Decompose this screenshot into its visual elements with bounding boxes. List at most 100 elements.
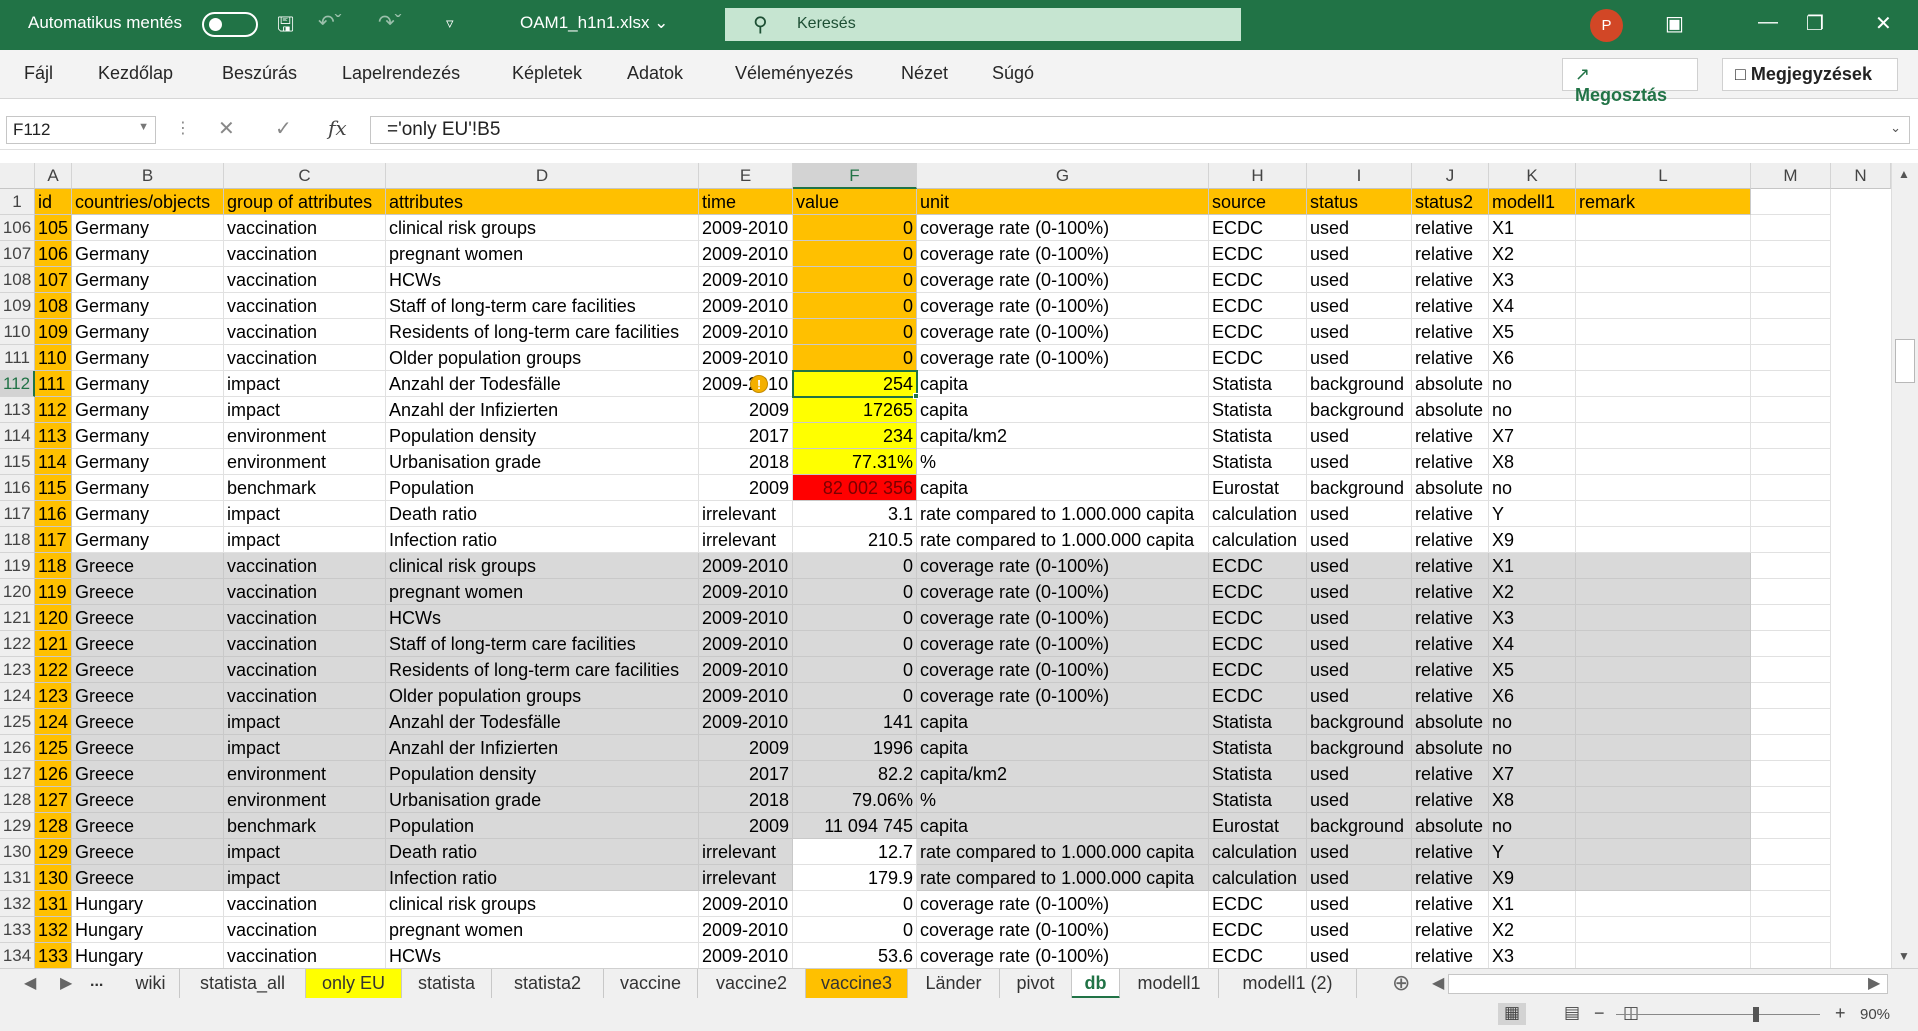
grid-cell[interactable]: 116 (35, 501, 72, 527)
grid-cell[interactable]: used (1307, 449, 1412, 475)
grid-cell[interactable]: 0 (793, 579, 917, 605)
grid-cell[interactable]: ECDC (1209, 215, 1307, 241)
grid-cell[interactable]: relative (1412, 579, 1489, 605)
grid-cell[interactable]: ECDC (1209, 579, 1307, 605)
grid-cell[interactable]: Older population groups (386, 345, 699, 371)
grid-cell[interactable]: Y (1489, 501, 1576, 527)
grid-cell[interactable]: Germany (72, 241, 224, 267)
grid-cell[interactable]: used (1307, 839, 1412, 865)
grid-cell[interactable]: Residents of long-term care facilities (386, 319, 699, 345)
grid-cell[interactable]: Infection ratio (386, 865, 699, 891)
grid-cell[interactable] (1751, 813, 1831, 839)
grid-cell[interactable]: relative (1412, 241, 1489, 267)
grid-cell[interactable]: 0 (793, 267, 917, 293)
grid-cell[interactable]: no (1489, 397, 1576, 423)
header-cell[interactable]: status2 (1412, 189, 1489, 215)
hscroll-right-icon[interactable]: ▶ (1868, 973, 1880, 993)
grid-cell[interactable]: Greece (72, 579, 224, 605)
zoom-level[interactable]: 90% (1860, 1006, 1890, 1023)
grid-cell[interactable]: absolute (1412, 709, 1489, 735)
header-cell[interactable] (1751, 189, 1831, 215)
grid-cell[interactable] (1751, 345, 1831, 371)
grid-cell[interactable]: used (1307, 293, 1412, 319)
grid-cell[interactable]: coverage rate (0-100%) (917, 943, 1209, 969)
grid-cell[interactable]: environment (224, 423, 386, 449)
grid-cell[interactable]: background (1307, 371, 1412, 397)
grid-cell[interactable]: Statista (1209, 761, 1307, 787)
grid-cell[interactable]: capita/km2 (917, 423, 1209, 449)
grid-cell[interactable]: Hungary (72, 943, 224, 969)
grid-cell[interactable] (1751, 267, 1831, 293)
grid-cell[interactable]: vaccination (224, 683, 386, 709)
grid-cell[interactable]: 2009 (699, 475, 793, 501)
grid-cell[interactable]: 2009-2010 (699, 657, 793, 683)
grid-cell[interactable]: absolute (1412, 371, 1489, 397)
ribbon-display-options-icon[interactable]: ▣ (1665, 11, 1684, 36)
grid-cell[interactable]: ECDC (1209, 657, 1307, 683)
grid-cell[interactable]: environment (224, 449, 386, 475)
grid-cell[interactable]: capita (917, 735, 1209, 761)
grid-cell[interactable] (1751, 527, 1831, 553)
warning-icon[interactable]: ! (750, 375, 768, 393)
row-header[interactable]: 126 (0, 735, 35, 761)
row-header[interactable]: 106 (0, 215, 35, 241)
tab-formulas[interactable]: Képletek (512, 63, 582, 84)
grid-cell[interactable] (1751, 371, 1831, 397)
next-sheet-icon[interactable]: ▶ (60, 973, 72, 993)
grid-cell[interactable]: HCWs (386, 267, 699, 293)
grid-cell[interactable]: 82.2 (793, 761, 917, 787)
row-header[interactable]: 107 (0, 241, 35, 267)
grid-cell[interactable]: vaccination (224, 345, 386, 371)
grid-cell[interactable]: rate compared to 1.000.000 capita (917, 501, 1209, 527)
grid-cell[interactable]: 2017 (699, 761, 793, 787)
close-icon[interactable]: ✕ (1875, 11, 1892, 36)
grid-cell[interactable] (1751, 579, 1831, 605)
row-header[interactable]: 118 (0, 527, 35, 553)
grid-cell[interactable]: Greece (72, 787, 224, 813)
grid-cell[interactable]: Hungary (72, 917, 224, 943)
grid-cell[interactable]: impact (224, 397, 386, 423)
grid-cell[interactable]: ECDC (1209, 345, 1307, 371)
cancel-icon[interactable]: ✕ (218, 116, 235, 141)
grid-cell[interactable]: environment (224, 761, 386, 787)
grid-cell[interactable]: 0 (793, 319, 917, 345)
grid-cell[interactable]: X1 (1489, 215, 1576, 241)
grid-cell[interactable]: impact (224, 371, 386, 397)
row-header[interactable]: 111 (0, 345, 35, 371)
grid-cell[interactable] (1576, 709, 1751, 735)
autosave-toggle[interactable] (202, 12, 258, 37)
file-name[interactable]: OAM1_h1n1.xlsx ⌄ (520, 13, 668, 33)
grid-cell[interactable] (1576, 865, 1751, 891)
grid-cell[interactable]: 1996 (793, 735, 917, 761)
header-cell[interactable]: unit (917, 189, 1209, 215)
normal-view-icon[interactable]: ▦ (1498, 1003, 1526, 1025)
grid-cell[interactable]: vaccination (224, 579, 386, 605)
grid-cell[interactable]: Germany (72, 527, 224, 553)
grid-cell[interactable]: X6 (1489, 683, 1576, 709)
fill-handle[interactable] (913, 393, 919, 399)
grid-cell[interactable] (1576, 371, 1751, 397)
grid-cell[interactable]: vaccination (224, 215, 386, 241)
grid-cell[interactable] (1576, 345, 1751, 371)
grid-cell[interactable]: Statista (1209, 397, 1307, 423)
page-layout-view-icon[interactable]: ▤ (1558, 1003, 1586, 1025)
grid-cell[interactable]: Hungary (72, 891, 224, 917)
grid-cell[interactable]: clinical risk groups (386, 891, 699, 917)
grid-cell[interactable]: Germany (72, 475, 224, 501)
grid-cell[interactable]: HCWs (386, 605, 699, 631)
expand-formula-icon[interactable]: ⌄ (1890, 120, 1901, 136)
grid-cell[interactable]: background (1307, 397, 1412, 423)
grid-cell[interactable]: capita/km2 (917, 761, 1209, 787)
grid-cell[interactable] (1576, 605, 1751, 631)
tab-file[interactable]: Fájl (24, 63, 53, 84)
enter-icon[interactable]: ✓ (275, 116, 292, 141)
grid-cell[interactable]: vaccination (224, 891, 386, 917)
grid-cell[interactable]: used (1307, 501, 1412, 527)
grid-cell[interactable]: capita (917, 475, 1209, 501)
grid-cell[interactable]: no (1489, 735, 1576, 761)
grid-cell[interactable]: coverage rate (0-100%) (917, 605, 1209, 631)
grid-cell[interactable]: vaccination (224, 553, 386, 579)
grid-cell[interactable]: X6 (1489, 345, 1576, 371)
grid-cell[interactable]: background (1307, 709, 1412, 735)
grid-cell[interactable]: Population (386, 813, 699, 839)
